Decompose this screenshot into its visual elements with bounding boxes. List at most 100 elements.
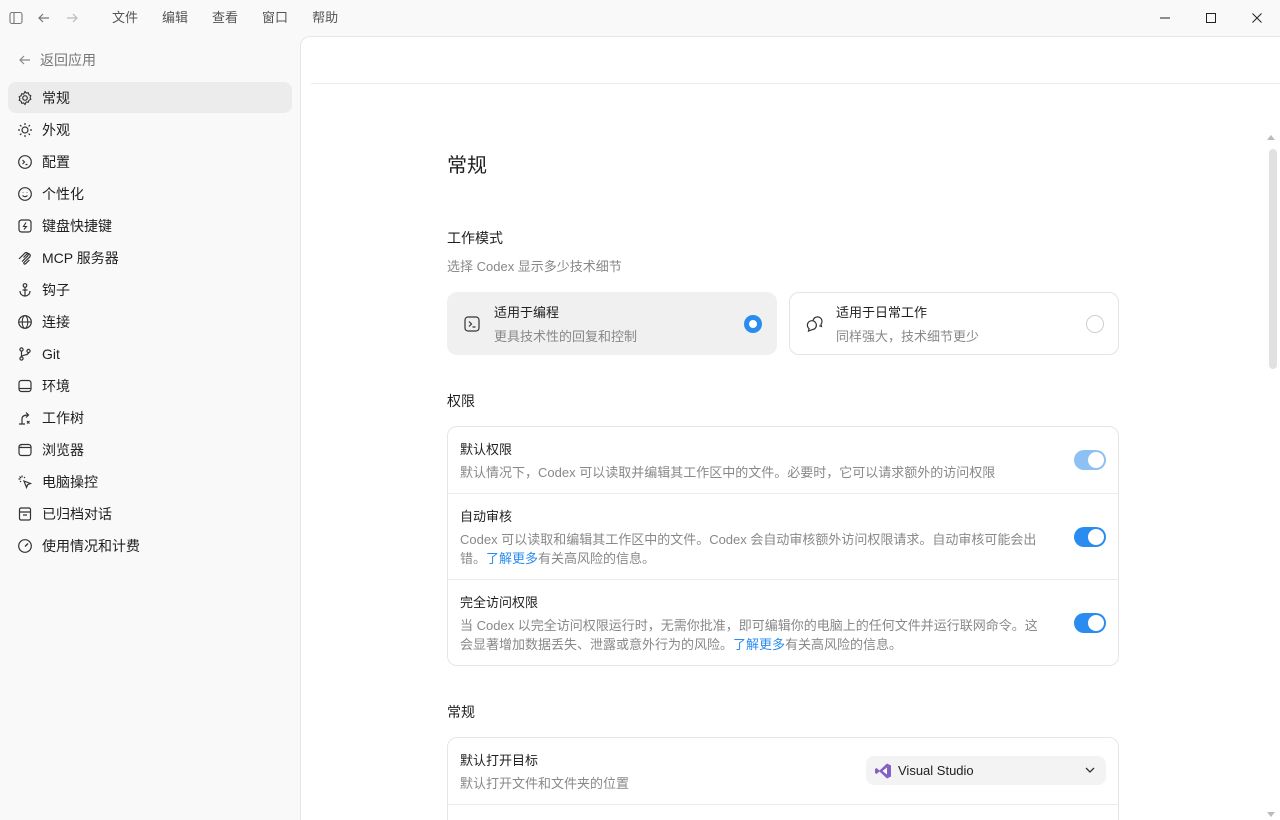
sidebar-item-label: 工作树: [42, 409, 84, 426]
permissions-list: 默认权限 默认情况下，Codex 可以读取并编辑其工作区中的文件。必要时，它可以…: [447, 426, 1119, 666]
globe-icon: [17, 314, 33, 330]
settings-sidebar: 返回应用 常规 外观 配置 个性化 键盘快捷键 MCP 服务器 钩子 连接 Gi…: [0, 36, 300, 820]
permission-row-default: 默认权限 默认情况下，Codex 可以读取并编辑其工作区中的文件。必要时，它可以…: [448, 427, 1118, 494]
config-icon: [17, 154, 33, 170]
sidebar-item-label: 电脑操控: [42, 473, 98, 490]
sidebar-item-computer-control[interactable]: 电脑操控: [8, 466, 292, 497]
menu-edit[interactable]: 编辑: [150, 0, 200, 36]
sidebar-item-git[interactable]: Git: [8, 338, 292, 369]
sidebar-item-keyboard-shortcuts[interactable]: 键盘快捷键: [8, 210, 292, 241]
terminal-icon: [462, 314, 482, 334]
sidebar-item-label: 个性化: [42, 185, 84, 202]
auto-review-toggle[interactable]: [1074, 526, 1106, 547]
permission-title: 完全访问权限: [460, 595, 539, 610]
back-to-app-label: 返回应用: [40, 52, 96, 68]
page-title: 常规: [447, 155, 487, 177]
personalize-icon: [17, 186, 33, 202]
work-mode-options: 适用于编程 更具技术性的回复和控制 适用于日常工作 同样强大，技术细节更少: [447, 292, 1119, 355]
permission-title: 默认权限: [460, 442, 513, 457]
mode-option-coding[interactable]: 适用于编程 更具技术性的回复和控制: [447, 292, 777, 355]
learn-more-link[interactable]: 了解更多: [733, 637, 785, 652]
sidebar-item-browser[interactable]: 浏览器: [8, 434, 292, 465]
mode-option-daily-work[interactable]: 适用于日常工作 同样强大，技术细节更少: [789, 292, 1119, 355]
mode-option-desc: 更具技术性的回复和控制: [494, 329, 638, 344]
title-bar: 文件 编辑 查看 窗口 帮助: [0, 0, 1280, 36]
menu-window[interactable]: 窗口: [250, 0, 300, 36]
learn-more-link[interactable]: 了解更多: [486, 551, 538, 566]
chevron-down-icon: [1085, 767, 1095, 773]
default-permission-toggle[interactable]: [1074, 450, 1106, 470]
sidebar-item-personalization[interactable]: 个性化: [8, 178, 292, 209]
maximize-button[interactable]: [1188, 0, 1234, 36]
work-mode-title: 工作模式: [447, 230, 503, 246]
cursor-click-icon: [17, 474, 33, 490]
work-mode-subtitle: 选择 Codex 显示多少技术细节: [447, 259, 622, 274]
permission-desc: 默认情况下，Codex 可以读取并编辑其工作区中的文件。必要时，它可以请求额外的…: [460, 465, 996, 480]
browser-icon: [17, 442, 33, 458]
menu-view[interactable]: 查看: [200, 0, 250, 36]
keyboard-icon: [17, 218, 33, 234]
general-section-title: 常规: [447, 704, 475, 720]
open-target-value: Visual Studio: [898, 763, 974, 778]
sidebar-item-general[interactable]: 常规: [8, 82, 292, 113]
permission-row-full-access: 完全访问权限 当 Codex 以完全访问权限运行时，无需你批准，即可编辑你的电脑…: [448, 580, 1118, 665]
sidebar-item-environment[interactable]: 环境: [8, 370, 292, 401]
worktree-icon: [17, 410, 33, 426]
sidebar-item-label: 已归档对话: [42, 505, 112, 522]
sidebar-item-label: Git: [42, 345, 60, 362]
chat-bubbles-icon: [804, 314, 824, 334]
mode-option-desc: 同样强大，技术细节更少: [836, 329, 980, 344]
mode-option-title: 适用于编程: [494, 305, 560, 320]
general-list: 默认打开目标 默认打开文件和文件夹的位置 Visual Studio: [447, 737, 1119, 820]
archive-icon: [17, 506, 33, 522]
general-row-open-target: 默认打开目标 默认打开文件和文件夹的位置 Visual Studio: [448, 738, 1118, 805]
permission-row-auto-review: 自动审核 Codex 可以读取和编辑其工作区中的文件。Codex 会自动审核额外…: [448, 494, 1118, 580]
sidebar-item-label: 键盘快捷键: [42, 217, 112, 234]
sidebar-item-hooks[interactable]: 钩子: [8, 274, 292, 305]
sidebar-item-archived-chats[interactable]: 已归档对话: [8, 498, 292, 529]
sidebar-item-mcp-servers[interactable]: MCP 服务器: [8, 242, 292, 273]
sidebar-toggle-icon[interactable]: [2, 0, 30, 36]
sidebar-item-appearance[interactable]: 外观: [8, 114, 292, 145]
scroll-thumb[interactable]: [1269, 149, 1277, 369]
sidebar-item-label: 常规: [42, 89, 70, 106]
full-access-toggle[interactable]: [1074, 612, 1106, 633]
open-target-select[interactable]: Visual Studio: [866, 756, 1106, 785]
mode-radio-coding[interactable]: [744, 315, 762, 333]
vertical-scrollbar[interactable]: [1264, 127, 1280, 820]
sidebar-item-worktree[interactable]: 工作树: [8, 402, 292, 433]
back-arrow-icon[interactable]: [30, 0, 58, 36]
sidebar-item-label: 钩子: [42, 281, 70, 298]
sidebar-item-label: 使用情况和计费: [42, 537, 140, 554]
menu-help[interactable]: 帮助: [300, 0, 350, 36]
visual-studio-icon: [875, 763, 891, 778]
mode-radio-daily-work[interactable]: [1086, 315, 1104, 333]
permission-desc: Codex 可以读取和编辑其工作区中的文件。Codex 会自动审核额外访问权限请…: [460, 532, 1037, 566]
sidebar-item-config[interactable]: 配置: [8, 146, 292, 177]
mode-option-title: 适用于日常工作: [836, 305, 928, 320]
minimize-button[interactable]: [1142, 0, 1188, 36]
back-to-app-link[interactable]: 返回应用: [8, 44, 292, 76]
permission-desc: 当 Codex 以完全访问权限运行时，无需你批准，即可编辑你的电脑上的任何文件并…: [460, 618, 1038, 652]
anchor-icon: [17, 282, 33, 298]
sidebar-item-label: 外观: [42, 121, 70, 138]
menu-file[interactable]: 文件: [100, 0, 150, 36]
close-button[interactable]: [1234, 0, 1280, 36]
menu-bar: 文件 编辑 查看 窗口 帮助: [100, 0, 350, 36]
sidebar-item-label: 环境: [42, 377, 70, 394]
sidebar-item-label: MCP 服务器: [42, 249, 119, 266]
forward-arrow-icon[interactable]: [58, 0, 86, 36]
sun-icon: [17, 122, 33, 138]
general-row-next: [448, 805, 1118, 820]
sidebar-item-connections[interactable]: 连接: [8, 306, 292, 337]
scroll-up-arrow[interactable]: [1267, 135, 1275, 140]
scroll-down-arrow[interactable]: [1267, 812, 1275, 817]
sidebar-item-usage-billing[interactable]: 使用情况和计费: [8, 530, 292, 561]
environment-icon: [17, 378, 33, 394]
settings-content: 常规 工作模式 选择 Codex 显示多少技术细节 适用于编程 更具技术性的回复…: [447, 149, 1119, 820]
mcp-icon: [17, 250, 33, 266]
gauge-icon: [17, 538, 33, 554]
gear-icon: [17, 89, 33, 106]
sidebar-item-label: 连接: [42, 313, 70, 330]
permissions-title: 权限: [447, 393, 475, 409]
